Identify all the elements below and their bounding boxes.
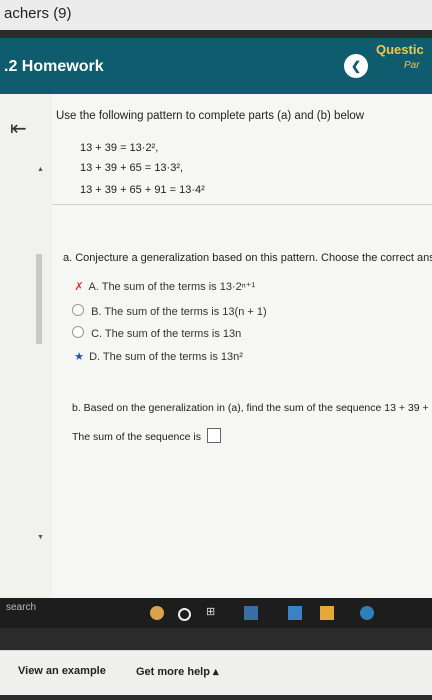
help-footer: View an example Get more help ▴ (0, 650, 432, 695)
scroll-up-icon[interactable]: ▲ (37, 166, 44, 173)
pattern-equation: 13 + 39 + 65 + 91 = 13·4² (80, 184, 205, 196)
pattern-equation: 13 + 39 = 13·2², (80, 142, 159, 154)
part-a-prompt: a. Conjecture a generalization based on … (63, 252, 432, 264)
start-circle-icon[interactable] (178, 608, 191, 621)
scroll-down-icon[interactable]: ▼ (37, 534, 44, 541)
option-a[interactable]: ✗ A. The sum of the terms is 13·2ⁿ⁺¹ (72, 280, 255, 293)
wrong-mark-icon: ✗ (74, 281, 84, 293)
taskbar: search ⊞ (0, 598, 432, 628)
option-b[interactable]: B. The sum of the terms is 13(n + 1) (72, 304, 267, 318)
app-icon[interactable] (244, 606, 258, 620)
divider (52, 204, 432, 205)
avatar-icon[interactable] (150, 606, 164, 620)
previous-question-button[interactable]: ❮ (344, 54, 368, 78)
option-letter: B. (91, 306, 102, 318)
part-label: Par (404, 60, 420, 71)
option-text: The sum of the terms is 13(n + 1) (104, 306, 267, 318)
left-rail: ⇤ ▲ ▼ (0, 94, 52, 600)
answer-input[interactable] (206, 428, 221, 443)
folder-icon[interactable] (320, 606, 334, 620)
question-panel: ⇤ ▲ ▼ Use the following pattern to compl… (0, 94, 432, 695)
answer-label: The sum of the sequence is (72, 431, 201, 443)
browser-tab-title[interactable]: achers (9) (4, 5, 72, 22)
option-c[interactable]: C. The sum of the terms is 13n (72, 326, 241, 340)
view-example-button[interactable]: View an example (18, 665, 106, 677)
part-b-answer-row: The sum of the sequence is (72, 428, 221, 443)
scrollbar-thumb[interactable] (36, 254, 42, 344)
radio-button[interactable] (72, 304, 84, 316)
option-text: The sum of the terms is 13n (104, 328, 242, 340)
browser-tab-strip: achers (9) (0, 0, 432, 30)
pattern-equation: 13 + 39 + 65 = 13·3², (80, 162, 184, 174)
option-letter: C. (91, 328, 103, 340)
radio-button[interactable] (72, 326, 84, 338)
mail-icon[interactable] (288, 606, 302, 620)
option-text: The sum of the terms is 13n² (102, 351, 243, 363)
homework-header: .2 Homework ❮ Questic Par (0, 38, 432, 94)
option-letter: A. (88, 281, 99, 293)
problem-instruction: Use the following pattern to complete pa… (56, 110, 365, 122)
option-d[interactable]: ★ D. The sum of the terms is 13n² (72, 350, 243, 363)
get-more-help-button[interactable]: Get more help ▴ (136, 665, 219, 678)
correct-star-icon: ★ (74, 351, 84, 363)
option-letter: D. (89, 351, 101, 363)
part-b-prompt: b. Based on the generalization in (a), f… (72, 402, 432, 414)
page-title: .2 Homework (4, 58, 104, 75)
task-view-icon[interactable]: ⊞ (206, 605, 220, 619)
option-text: The sum of the terms is 13·2ⁿ⁺¹ (101, 281, 256, 293)
browser-icon[interactable] (360, 606, 374, 620)
question-label: Questic (376, 42, 424, 57)
collapse-left-icon[interactable]: ⇤ (10, 116, 27, 141)
taskbar-search[interactable]: search (6, 602, 36, 613)
